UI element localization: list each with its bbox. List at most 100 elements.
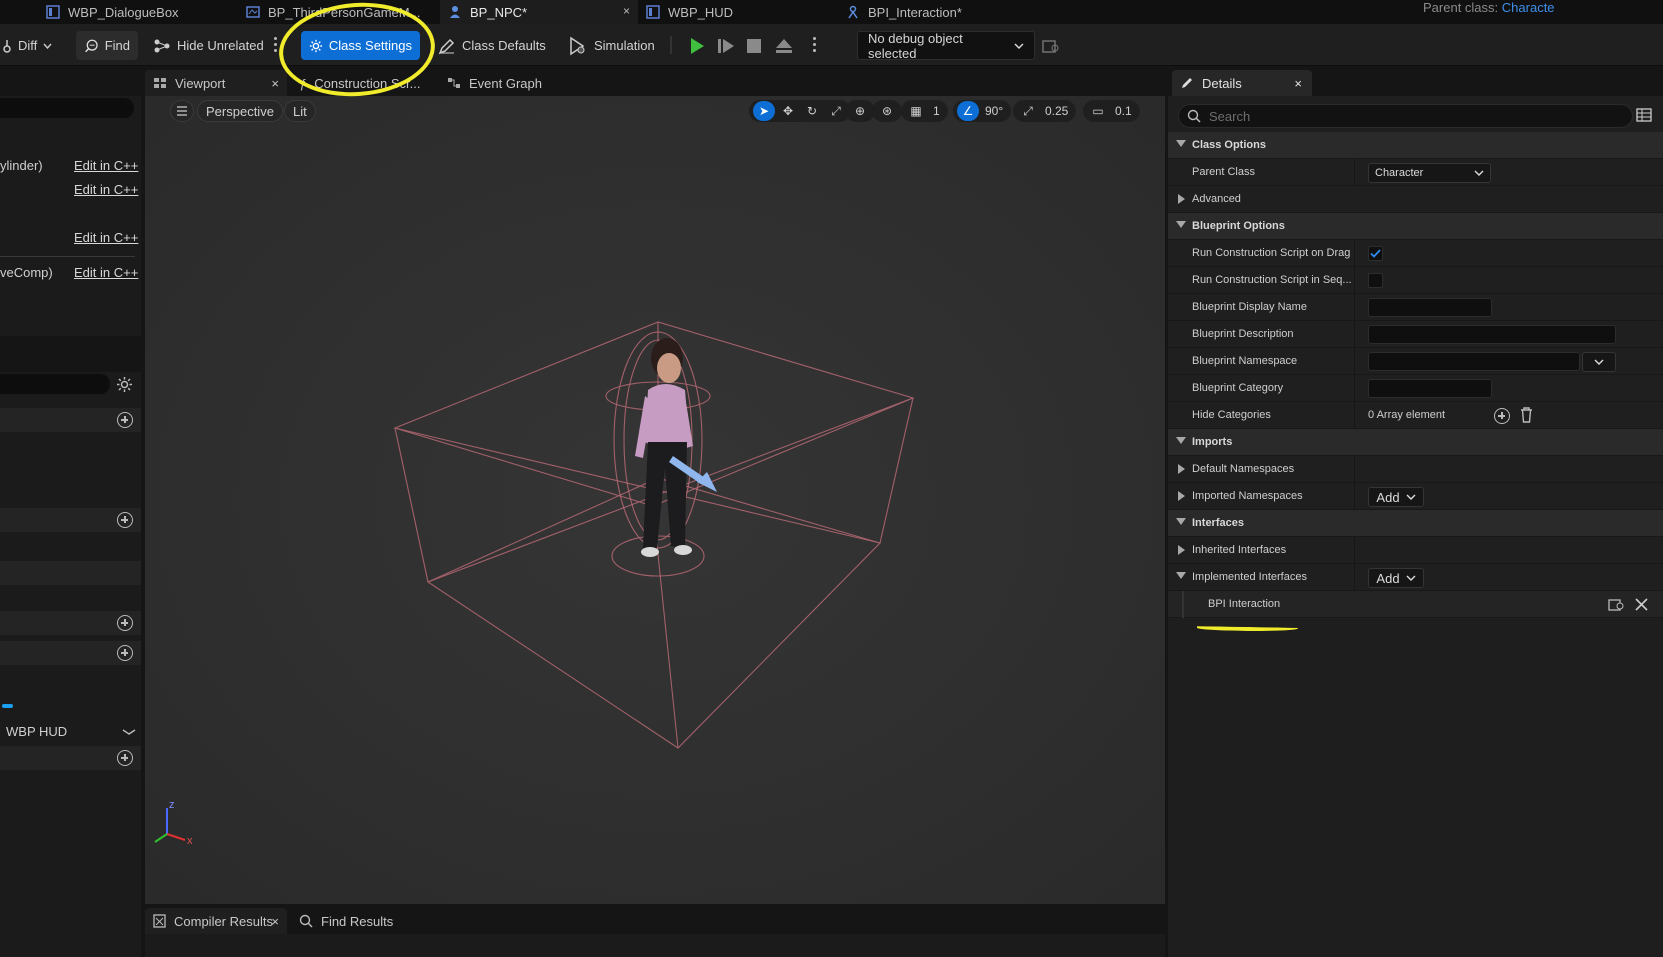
grid-snap-icon[interactable]: ▦ <box>905 101 927 121</box>
edit-in-cpp-link[interactable]: Edit in C++ <box>74 265 138 280</box>
class-defaults-button[interactable]: Class Defaults <box>430 31 554 60</box>
run-cs-in-seq-checkbox[interactable] <box>1368 273 1383 288</box>
close-tab-icon[interactable]: × <box>623 4 630 18</box>
description-input[interactable] <box>1368 325 1616 344</box>
chevron-down-icon[interactable] <box>122 728 136 736</box>
simulation-button[interactable]: Simulation <box>560 31 663 60</box>
tab-bp-thirdpersongamemode[interactable]: BP_ThirdPersonGameM... <box>246 0 436 24</box>
blueprint-toolbar: Diff Find Hide Unrelated Class Settings … <box>0 24 1663 66</box>
hide-unrelated-button[interactable]: Hide Unrelated <box>145 31 272 60</box>
prop-namespace: Blueprint Namespace <box>1168 348 1663 375</box>
rotation-snap-icon[interactable]: ∠ <box>957 101 979 121</box>
tab-details[interactable]: Details × <box>1172 70 1312 96</box>
debug-object-dropdown[interactable]: No debug object selected <box>857 31 1035 61</box>
play-button[interactable] <box>683 31 711 60</box>
category-row[interactable] <box>0 561 141 585</box>
eject-button[interactable] <box>770 31 798 60</box>
toolbar-divider <box>670 36 672 54</box>
rotation-snap-value[interactable]: 90° <box>981 104 1007 118</box>
component-row[interactable]: veComp) Edit in C++ <box>0 261 141 285</box>
tab-label: Construction Scr... <box>314 75 421 91</box>
my-blueprint-search-input[interactable] <box>0 374 110 394</box>
select-tool-icon[interactable]: ➤ <box>753 101 775 121</box>
viewport[interactable]: z x Perspective Lit ➤ ✥ ↻ ⤢ ⊕ ⊛ ▦ 1 ∠ 90… <box>145 96 1165 904</box>
section-blueprint-options[interactable]: Blueprint Options <box>1168 213 1663 240</box>
edit-in-cpp-link[interactable]: Edit in C++ <box>74 158 138 173</box>
component-row[interactable]: ylinder) Edit in C++ <box>0 154 141 178</box>
add-icon[interactable] <box>117 512 133 528</box>
class-settings-button[interactable]: Class Settings <box>301 31 420 60</box>
stop-button[interactable] <box>741 31 769 60</box>
run-cs-on-drag-checkbox[interactable] <box>1368 246 1383 261</box>
component-row[interactable]: Edit in C++ <box>0 226 141 250</box>
gear-icon[interactable] <box>116 376 133 393</box>
camera-icon[interactable]: ▭ <box>1087 101 1109 121</box>
scale-tool-icon[interactable]: ⤢ <box>825 101 847 121</box>
view-options-icon[interactable] <box>1636 108 1652 122</box>
prop-inherited-interfaces[interactable]: Inherited Interfaces <box>1168 537 1663 564</box>
variable-row-wbp-hud[interactable]: WBP HUD <box>0 720 141 744</box>
section-imports[interactable]: Imports <box>1168 429 1663 456</box>
tab-wbp-dialoguebox[interactable]: WBP_DialogueBox <box>46 0 246 24</box>
namespace-dropdown[interactable] <box>1582 352 1616 372</box>
tab-event-graph[interactable]: Event Graph <box>439 70 569 96</box>
tab-bpi-interaction[interactable]: BPI_Interaction* <box>846 0 1046 24</box>
namespace-input[interactable] <box>1368 352 1580 371</box>
add-icon[interactable] <box>117 615 133 631</box>
add-element-icon[interactable] <box>1494 408 1510 424</box>
scale-snap-icon[interactable]: ⤢ <box>1017 101 1039 121</box>
close-tab-icon[interactable]: × <box>1294 76 1302 91</box>
interface-row-bpi-interaction[interactable]: BPI Interaction <box>1168 591 1663 618</box>
prop-divider <box>1354 267 1355 294</box>
perspective-button[interactable]: Perspective <box>197 100 283 122</box>
display-name-input[interactable] <box>1368 298 1492 317</box>
surface-snapping-icon[interactable]: ⊛ <box>876 101 898 121</box>
tab-bp-npc[interactable]: BP_NPC* × <box>440 0 638 24</box>
camera-speed-value[interactable]: 0.1 <box>1111 104 1136 118</box>
close-tab-icon[interactable]: × <box>271 914 279 929</box>
section-interfaces[interactable]: Interfaces <box>1168 510 1663 537</box>
add-namespace-button[interactable]: Add <box>1368 487 1424 507</box>
components-search-input[interactable] <box>0 98 134 118</box>
parent-class-dropdown[interactable]: Character <box>1368 163 1491 183</box>
find-button[interactable]: Find <box>76 31 138 60</box>
remove-interface-icon[interactable] <box>1635 598 1648 611</box>
viewport-menu-button[interactable] <box>170 100 194 122</box>
browse-asset-icon[interactable] <box>1608 597 1625 612</box>
translate-tool-icon[interactable]: ✥ <box>777 101 799 121</box>
step-button[interactable] <box>712 31 740 60</box>
add-interface-button[interactable]: Add <box>1368 568 1424 588</box>
close-tab-icon[interactable]: × <box>271 76 279 91</box>
expand-arrow-icon[interactable] <box>1178 491 1185 501</box>
more-options-icon[interactable] <box>273 36 277 54</box>
trash-icon[interactable] <box>1520 407 1533 423</box>
tab-find-results[interactable]: Find Results <box>291 908 421 934</box>
tab-viewport[interactable]: Viewport × <box>145 70 287 96</box>
add-icon[interactable] <box>117 412 133 428</box>
debug-find-button[interactable] <box>1038 31 1064 60</box>
component-row[interactable]: Edit in C++ <box>0 178 141 202</box>
tab-construction-script[interactable]: ƒ Construction Scr... <box>291 70 431 96</box>
tab-compiler-results[interactable]: Compiler Results × <box>145 908 287 934</box>
prop-advanced[interactable]: Advanced <box>1168 186 1663 213</box>
lit-button[interactable]: Lit <box>284 100 316 122</box>
axis-x-label: x <box>187 835 193 847</box>
diff-button[interactable]: Diff <box>0 31 60 60</box>
add-icon[interactable] <box>117 645 133 661</box>
grid-snap-value[interactable]: 1 <box>929 104 944 118</box>
section-class-options[interactable]: Class Options <box>1168 132 1663 159</box>
details-search-input[interactable] <box>1209 108 1589 124</box>
edit-in-cpp-link[interactable]: Edit in C++ <box>74 230 138 245</box>
collapse-arrow-icon[interactable] <box>1176 572 1186 579</box>
edit-in-cpp-link[interactable]: Edit in C++ <box>74 182 138 197</box>
prop-default-namespaces[interactable]: Default Namespaces <box>1168 456 1663 483</box>
scale-snap-value[interactable]: 0.25 <box>1041 104 1072 118</box>
details-search-field[interactable] <box>1178 104 1633 128</box>
rotate-tool-icon[interactable]: ↻ <box>801 101 823 121</box>
tab-wbp-hud[interactable]: WBP_HUD <box>646 0 841 24</box>
parent-class-value[interactable]: Characte <box>1502 0 1555 15</box>
category-input[interactable] <box>1368 379 1492 398</box>
add-icon[interactable] <box>117 750 133 766</box>
world-local-icon[interactable]: ⊕ <box>849 101 871 121</box>
play-options-icon[interactable] <box>812 36 816 54</box>
